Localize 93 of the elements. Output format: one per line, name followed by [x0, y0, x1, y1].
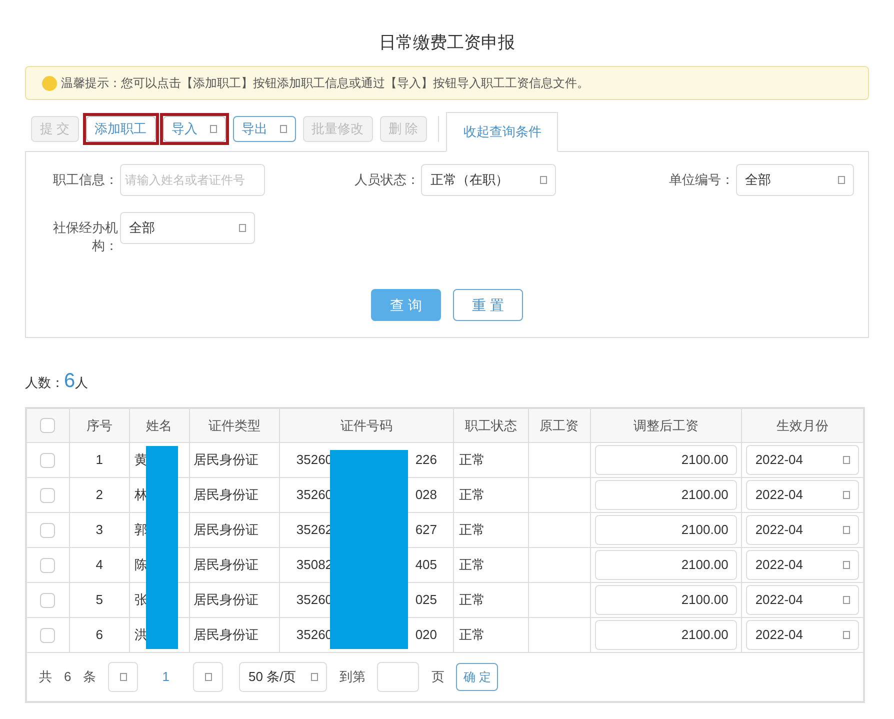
month-field[interactable]: 2022-04	[746, 480, 860, 510]
select-field[interactable]: 全部	[736, 164, 854, 196]
search-field[interactable]: 请输入姓名或者证件号	[120, 164, 265, 196]
filter-label: 单位编号：	[668, 171, 734, 189]
salary-field[interactable]: 2100.00	[594, 550, 738, 580]
checkbox[interactable]	[40, 522, 56, 538]
square-icon	[843, 561, 850, 569]
table-cell-text: 林	[134, 486, 148, 504]
table-cell-text: 627	[415, 521, 438, 540]
salary-field[interactable]: 2100.00	[594, 515, 738, 545]
column-header: 序号	[86, 416, 112, 435]
square-icon	[843, 456, 850, 464]
table-cell-text: 郭	[134, 521, 148, 540]
table-cell-text: 2	[96, 486, 103, 504]
square-icon	[239, 224, 246, 232]
square-icon	[204, 673, 212, 681]
select-field[interactable]: 正常（在职）	[421, 164, 556, 196]
square-icon	[280, 125, 287, 133]
table-cell-text: 正常	[459, 556, 486, 574]
checkbox[interactable]	[40, 558, 56, 572]
table-cell-text: 居民身份证	[194, 626, 259, 644]
table-cell-text: 居民身份证	[194, 486, 259, 504]
table-cell-text: 正常	[459, 626, 486, 644]
square-icon	[120, 673, 127, 681]
table-cell-text: 正常	[459, 521, 486, 540]
square-icon	[540, 176, 548, 184]
square-icon	[843, 596, 850, 604]
filter-label: 人员状态：	[353, 171, 420, 189]
month-field[interactable]: 2022-04	[746, 585, 860, 615]
column-header: 姓名	[146, 416, 172, 435]
square-icon	[311, 673, 318, 681]
table-cell-text: 405	[415, 556, 438, 574]
checkbox[interactable]	[40, 592, 56, 608]
table-cell-text: 6	[96, 626, 103, 644]
count-value: 6	[64, 369, 76, 394]
table-cell-text: 正常	[459, 451, 486, 470]
table-cell-text: 陈	[134, 556, 148, 574]
next-page-button[interactable]	[193, 662, 224, 692]
column-header: 调整后工资	[633, 416, 698, 435]
month-field[interactable]: 2022-04	[746, 620, 860, 650]
column-header: 职工状态	[464, 416, 517, 435]
salary-field[interactable]: 2100.00	[594, 445, 738, 475]
checkbox[interactable]	[40, 628, 56, 642]
page-title: 日常缴费工资申报	[378, 32, 516, 54]
salary-field[interactable]: 2100.00	[594, 480, 738, 510]
table-cell-text: 1	[96, 451, 103, 470]
count-label: 人数：	[25, 374, 64, 392]
count-unit: 人	[75, 374, 88, 392]
table-cell-text: 3	[96, 521, 103, 540]
table-cell-text: 5	[96, 591, 103, 610]
table-cell-text: 028	[415, 486, 438, 504]
filter-label: 职工信息：	[52, 171, 118, 189]
select-field[interactable]: 全部	[120, 212, 255, 244]
table-cell-text: 正常	[459, 591, 486, 610]
goto-suffix: 页	[431, 668, 444, 686]
checkbox[interactable]	[40, 488, 56, 502]
table-cell-text: 居民身份证	[194, 451, 259, 470]
filter-label: 社保经办机构：	[52, 219, 118, 255]
square-icon	[843, 491, 850, 499]
month-field[interactable]: 2022-04	[746, 515, 860, 545]
goto-label: 到第	[339, 668, 366, 686]
notice-text: 温馨提示：您可以点击【添加职工】按钮添加职工信息或通过【导入】按钮导入职工工资信息文件。	[61, 75, 589, 92]
table-cell-text: 洪	[134, 626, 148, 644]
month-field[interactable]: 2022-04	[746, 445, 860, 475]
month-field[interactable]: 2022-04	[746, 550, 860, 580]
square-icon	[838, 176, 845, 184]
column-header: 证件类型	[208, 416, 261, 435]
column-header: 证件号码	[340, 416, 393, 435]
table-cell-text: 居民身份证	[194, 556, 259, 574]
checkbox[interactable]	[40, 452, 56, 468]
salary-field[interactable]: 2100.00	[594, 620, 738, 650]
square-icon	[843, 631, 850, 639]
salary-field[interactable]: 2100.00	[594, 585, 738, 615]
table-cell-text: 正常	[459, 486, 486, 504]
table-cell-text: 025	[415, 591, 438, 610]
column-header: 原工资	[540, 416, 579, 435]
total-prefix: 共	[39, 668, 52, 686]
total-count: 6	[64, 668, 72, 686]
table-cell-text: 226	[415, 451, 438, 470]
table-cell-text: 居民身份证	[194, 591, 259, 610]
table-cell-text: 020	[415, 626, 438, 644]
table-cell-text: 居民身份证	[194, 521, 259, 540]
table-cell-text: 4	[96, 556, 103, 574]
page-input[interactable]	[377, 662, 420, 692]
table-cell-text: 黄	[134, 451, 148, 470]
prev-page-button[interactable]	[108, 662, 138, 692]
column-header: 生效月份	[776, 416, 829, 435]
page-size-select[interactable]: 50 条/页	[239, 662, 328, 692]
checkbox[interactable]	[40, 418, 56, 433]
table-cell-text: 张	[134, 591, 148, 610]
square-icon	[843, 526, 850, 534]
square-icon	[210, 125, 217, 133]
total-suffix: 条	[83, 668, 96, 686]
